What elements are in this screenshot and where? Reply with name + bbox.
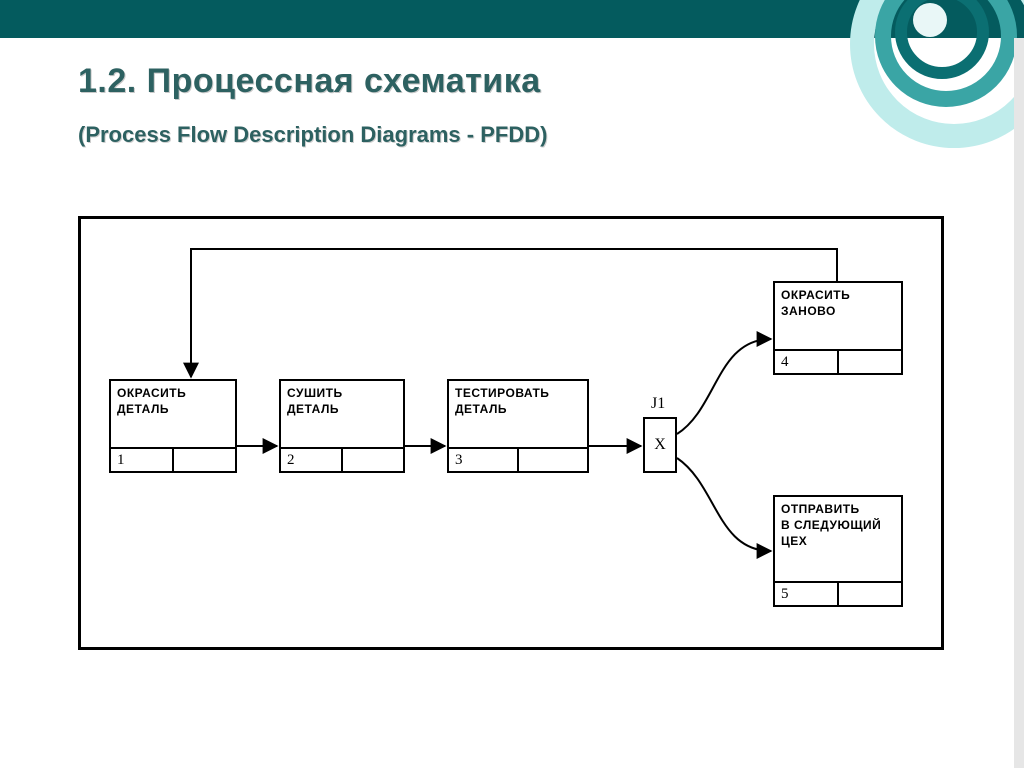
uow-title-line: ОКРАСИТЬ [781,287,895,303]
junction-label: J1 [651,395,665,413]
uow-empty-cell [343,449,403,471]
uow-box-send-next: ОТПРАВИТЬ В СЛЕДУЮЩИЙ ЦЕХ 5 [773,495,903,607]
uow-title-line: ДЕТАЛЬ [455,401,581,417]
uow-title-line: СУШИТЬ [287,385,397,401]
uow-title-line: ТЕСТИРОВАТЬ [455,385,581,401]
uow-box-paint-part: ОКРАСИТЬ ДЕТАЛЬ 1 [109,379,237,473]
uow-title-line: ОКРАСИТЬ [117,385,229,401]
uow-box-dry-part: СУШИТЬ ДЕТАЛЬ 2 [279,379,405,473]
uow-title-line: В СЛЕДУЮЩИЙ [781,517,895,533]
uow-box-repaint: ОКРАСИТЬ ЗАНОВО 4 [773,281,903,375]
uow-title-line: ДЕТАЛЬ [287,401,397,417]
diagram-frame: ОКРАСИТЬ ДЕТАЛЬ 1 СУШИТЬ ДЕТАЛЬ 2 ТЕСТИР… [78,216,944,650]
spiral-decoration [850,0,1010,100]
uow-title-line: ОТПРАВИТЬ [781,501,895,517]
uow-number: 2 [281,449,343,471]
uow-empty-cell [519,449,587,471]
uow-number: 5 [775,583,839,605]
uow-title-line: ЦЕХ [781,533,895,549]
uow-number: 1 [111,449,174,471]
uow-title-line: ЗАНОВО [781,303,895,319]
slide-subtitle: (Process Flow Description Diagrams - PFD… [78,122,547,148]
uow-number: 4 [775,351,839,373]
uow-empty-cell [174,449,235,471]
uow-empty-cell [839,351,901,373]
slide-title: 1.2. Процессная схематика [78,62,541,101]
junction-box: X [643,417,677,473]
uow-title-line: ДЕТАЛЬ [117,401,229,417]
uow-number: 3 [449,449,519,471]
uow-empty-cell [839,583,901,605]
slide-right-rail [1014,38,1024,768]
uow-box-test-part: ТЕСТИРОВАТЬ ДЕТАЛЬ 3 [447,379,589,473]
